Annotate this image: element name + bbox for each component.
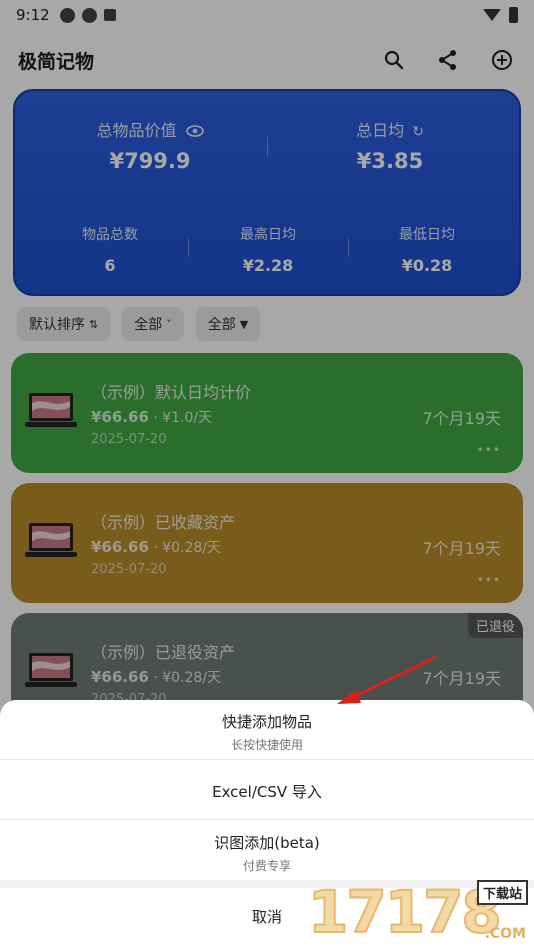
watermark-domain: .COM: [484, 926, 526, 942]
annotation-arrow-icon: [337, 656, 436, 704]
watermark-logo: 17178 下载站 .COM: [307, 877, 528, 947]
watermark-digits: 17178: [307, 877, 503, 947]
watermark-tag: 下载站: [476, 880, 528, 905]
